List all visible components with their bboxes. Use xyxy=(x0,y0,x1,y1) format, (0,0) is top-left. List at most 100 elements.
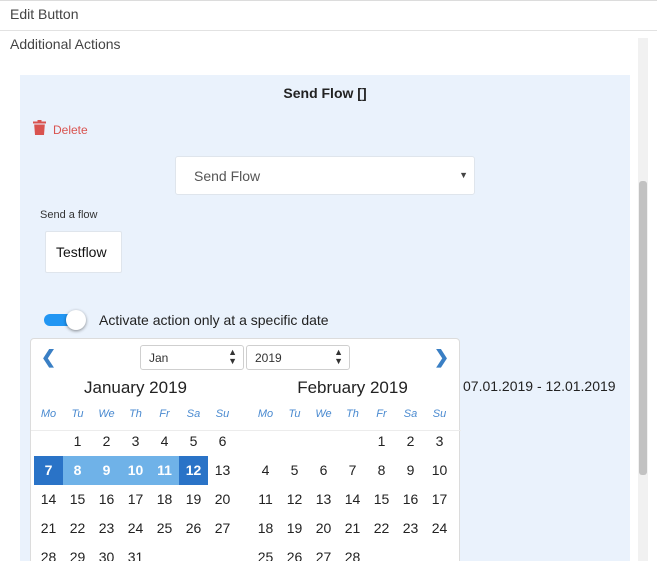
calendar-day[interactable]: 27 xyxy=(309,543,338,561)
trash-icon xyxy=(33,120,46,140)
calendar-day[interactable]: 21 xyxy=(34,514,63,543)
scrollbar-thumb[interactable] xyxy=(639,181,647,475)
edit-button-header[interactable]: Edit Button xyxy=(0,0,657,31)
calendar-day[interactable]: 1 xyxy=(367,427,396,456)
weekday-label: Fr xyxy=(159,408,170,420)
calendar-day[interactable]: 28 xyxy=(338,543,367,561)
weekday-label: Sa xyxy=(403,408,418,420)
calendar-day[interactable]: 19 xyxy=(179,485,208,514)
calendar-day[interactable]: 25 xyxy=(150,514,179,543)
delete-label: Delete xyxy=(53,123,88,137)
calendar-day[interactable]: 3 xyxy=(121,427,150,456)
calendar-day[interactable]: 26 xyxy=(179,514,208,543)
calendar-day[interactable]: 1 xyxy=(63,427,92,456)
weekday-label: Th xyxy=(129,408,142,420)
calendar-day[interactable]: 22 xyxy=(63,514,92,543)
edit-button-label: Edit Button xyxy=(10,6,79,22)
selected-range-text: 07.01.2019 - 12.01.2019 xyxy=(463,378,616,394)
calendar-day[interactable]: 28 xyxy=(34,543,63,561)
year-select[interactable]: 2019 ▲ ▼ xyxy=(246,345,350,370)
calendar-day[interactable]: 4 xyxy=(251,456,280,485)
month-title: February 2019 xyxy=(297,378,408,397)
prev-month-chevron-icon[interactable]: ❮ xyxy=(41,347,56,368)
flow-selector[interactable]: Testflow xyxy=(45,231,122,273)
calendar-day[interactable]: 14 xyxy=(34,485,63,514)
toggle-knob xyxy=(66,310,86,330)
select-caret-icon: ▼ xyxy=(459,170,468,180)
weekday-label: Tu xyxy=(288,408,301,420)
date-range-picker: ❮ Jan ▲ ▼ 2019 ▲ ▼ ❯ January 2019 Mo Tu We… xyxy=(30,338,461,561)
calendar-day[interactable]: 6 xyxy=(208,427,237,456)
calendar-day[interactable]: 10 xyxy=(121,456,150,485)
calendar-day[interactable]: 31 xyxy=(121,543,150,561)
calendar-day[interactable]: 3 xyxy=(425,427,454,456)
calendar-day[interactable]: 9 xyxy=(396,456,425,485)
weekday-label: Sa xyxy=(186,408,201,420)
action-panel: Send Flow [] Delete Send Flow ▼ Send a f… xyxy=(20,75,630,561)
month-select-value: Jan xyxy=(149,351,169,365)
updown-arrows-icon: ▲ ▼ xyxy=(334,347,343,366)
calendar-day[interactable]: 26 xyxy=(280,543,309,561)
month-title: January 2019 xyxy=(83,378,188,397)
flow-value: Testflow xyxy=(56,244,107,260)
calendar-day[interactable]: 12 xyxy=(179,456,208,485)
weekday-label: Fr xyxy=(376,408,387,420)
calendar-day[interactable]: 23 xyxy=(396,514,425,543)
action-type-select[interactable]: Send Flow ▼ xyxy=(175,156,475,195)
updown-arrows-icon: ▲ ▼ xyxy=(228,347,237,366)
calendar-day[interactable]: 25 xyxy=(251,543,280,561)
calendar-day[interactable]: 14 xyxy=(338,485,367,514)
calendar-day[interactable]: 2 xyxy=(396,427,425,456)
calendar-day[interactable]: 16 xyxy=(396,485,425,514)
calendar-day[interactable]: 23 xyxy=(92,514,121,543)
calendar-day[interactable]: 6 xyxy=(309,456,338,485)
calendar-day[interactable]: 8 xyxy=(63,456,92,485)
calendar-day[interactable]: 19 xyxy=(280,514,309,543)
calendar-day[interactable]: 30 xyxy=(92,543,121,561)
date-toggle-label: Activate action only at a specific date xyxy=(99,312,329,328)
calendar-day[interactable]: 16 xyxy=(92,485,121,514)
next-month-chevron-icon[interactable]: ❯ xyxy=(434,347,449,368)
calendar-day[interactable]: 8 xyxy=(367,456,396,485)
date-toggle[interactable] xyxy=(44,310,86,330)
action-title: Send Flow [] xyxy=(283,85,367,101)
calendar-day[interactable]: 18 xyxy=(150,485,179,514)
calendar-day[interactable]: 11 xyxy=(251,485,280,514)
calendar-day[interactable]: 13 xyxy=(208,456,237,485)
calendar-day[interactable]: 27 xyxy=(208,514,237,543)
calendar-day[interactable]: 11 xyxy=(150,456,179,485)
calendar-day[interactable]: 13 xyxy=(309,485,338,514)
calendar-day[interactable]: 4 xyxy=(150,427,179,456)
calendar-day[interactable]: 15 xyxy=(367,485,396,514)
calendar-day[interactable]: 24 xyxy=(425,514,454,543)
calendar-day[interactable]: 10 xyxy=(425,456,454,485)
calendar-day[interactable]: 22 xyxy=(367,514,396,543)
calendar-day[interactable]: 29 xyxy=(63,543,92,561)
weekday-label: Tu xyxy=(71,408,84,420)
weekday-label: Mo xyxy=(257,408,274,420)
calendar-day[interactable]: 15 xyxy=(63,485,92,514)
calendar-day[interactable]: 20 xyxy=(309,514,338,543)
calendar-day[interactable]: 21 xyxy=(338,514,367,543)
calendar-day[interactable]: 5 xyxy=(280,456,309,485)
calendar-day[interactable]: 18 xyxy=(251,514,280,543)
calendar-day[interactable]: 7 xyxy=(338,456,367,485)
calendar-day[interactable]: 24 xyxy=(121,514,150,543)
calendar-day[interactable]: 17 xyxy=(425,485,454,514)
flow-label: Send a flow xyxy=(40,209,98,221)
delete-button[interactable]: Delete xyxy=(33,120,88,140)
weekday-label: We xyxy=(98,408,115,420)
calendar-day[interactable]: 2 xyxy=(92,427,121,456)
calendar-day[interactable]: 7 xyxy=(34,456,63,485)
calendar-day[interactable]: 5 xyxy=(179,427,208,456)
calendar-day[interactable]: 12 xyxy=(280,485,309,514)
month-select[interactable]: Jan ▲ ▼ xyxy=(140,345,244,370)
calendar-day[interactable]: 9 xyxy=(92,456,121,485)
calendar-day[interactable]: 17 xyxy=(121,485,150,514)
calendar-day[interactable]: 20 xyxy=(208,485,237,514)
weekday-label: Su xyxy=(432,408,447,420)
calendar-divider xyxy=(31,430,461,431)
year-select-value: 2019 xyxy=(255,351,282,365)
action-type-value: Send Flow xyxy=(194,168,261,184)
weekday-label: Su xyxy=(215,408,230,420)
